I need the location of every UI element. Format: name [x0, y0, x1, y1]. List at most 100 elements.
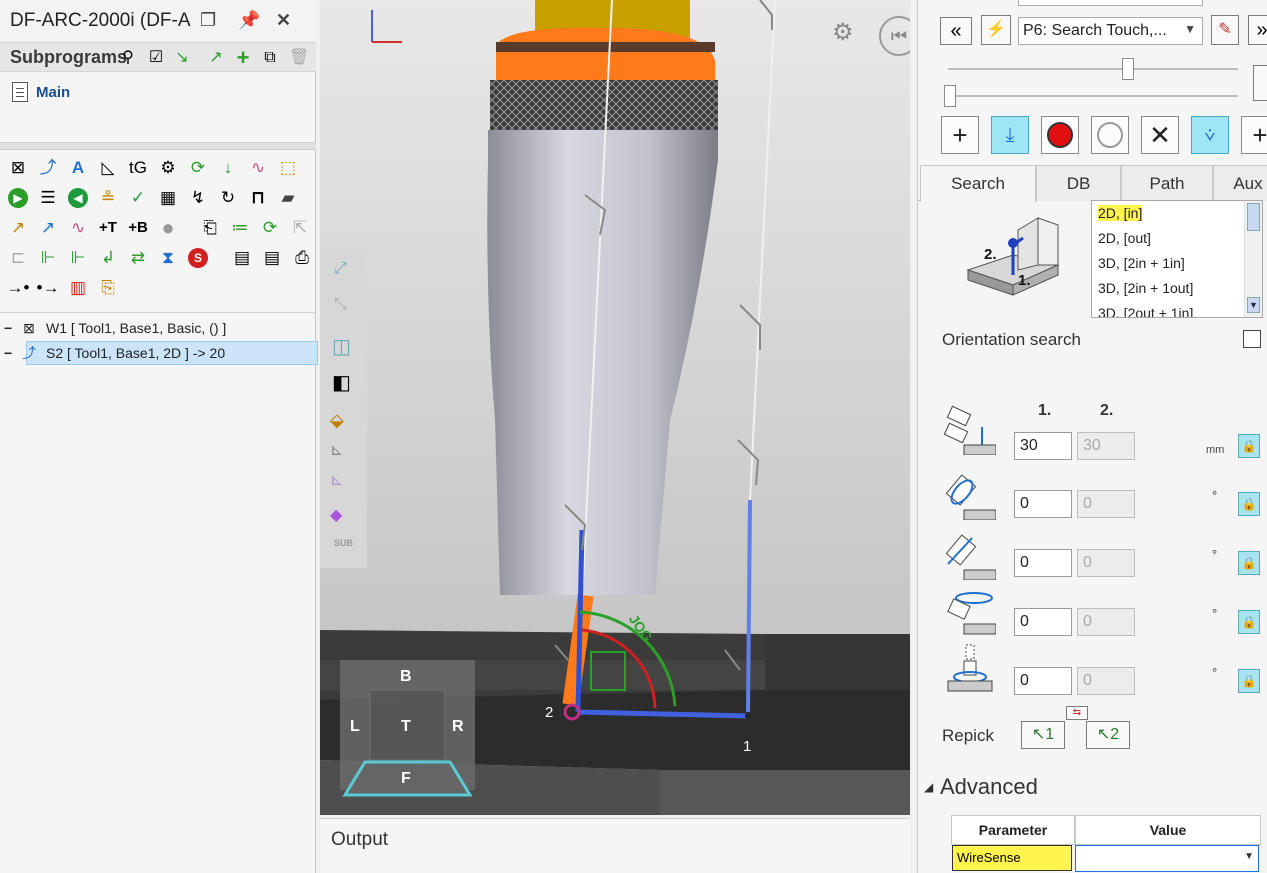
path-icon[interactable]: ↯ — [186, 186, 210, 210]
document2-icon[interactable]: ▤ — [260, 246, 284, 270]
printer-icon[interactable]: ⎙ — [290, 246, 314, 270]
list-settings-icon[interactable]: ☰ — [36, 186, 60, 210]
io-in-icon[interactable]: •→ — [36, 276, 60, 300]
record-button[interactable] — [1041, 116, 1079, 154]
cube-mode-icon[interactable]: ◫ — [332, 334, 351, 359]
loop-icon[interactable]: ↻ — [216, 186, 240, 210]
cycle-icon[interactable]: ⟳ — [186, 156, 210, 180]
3d-viewport[interactable]: ⚙ ⏮ ⤢ ⤡ ◫ ◧ ⬙ ⊾ ⊾ ◆ SUB B L T R F 2 1 JO… — [320, 0, 910, 815]
close-icon[interactable]: ✕ — [276, 10, 291, 31]
top-input[interactable] — [1018, 0, 1203, 6]
fit-icon[interactable]: ⤢ — [334, 260, 347, 278]
slider-thumb-2[interactable] — [944, 85, 956, 107]
angle-a-input-1[interactable]: 0 — [1014, 490, 1072, 518]
lock-icon[interactable]: 🔒 — [1238, 434, 1260, 458]
arrow-down-green-icon[interactable]: ↘ — [172, 48, 192, 68]
restore-icon[interactable]: ❐ — [200, 10, 216, 31]
tab-aux[interactable]: Aux — [1213, 165, 1267, 201]
play-icon[interactable]: ▶ — [8, 188, 28, 208]
list-item[interactable]: 3D, [2in + 1out] — [1092, 276, 1262, 301]
script-icon[interactable]: ⎗ — [198, 216, 222, 240]
collapse-triangle-icon[interactable]: ◢ — [924, 780, 933, 794]
tree-item-w1[interactable]: − ⊠ W1 [ Tool1, Base1, Basic, () ] — [4, 316, 314, 340]
pin-icon[interactable]: 📌 — [238, 10, 260, 31]
angle-icon[interactable]: ◺ — [96, 156, 120, 180]
collapse-icon[interactable]: − — [4, 320, 20, 336]
angle-b-input-1[interactable]: 0 — [1014, 549, 1072, 577]
axes-icon[interactable]: ⊾ — [330, 440, 343, 460]
scroll-thumb[interactable] — [1247, 203, 1260, 231]
value-dropdown[interactable]: ▼ — [1075, 845, 1259, 872]
parameter-cell[interactable]: WireSense — [952, 845, 1072, 871]
arrow-down-icon[interactable]: ↓ — [216, 156, 240, 180]
cube-orange-icon[interactable]: ⬙ — [330, 410, 344, 431]
swap-icon[interactable]: ⇆ — [1066, 706, 1088, 720]
list-item-selected[interactable]: 2D, [in] — [1092, 201, 1262, 226]
touch-sense-button[interactable]: ⤓ — [991, 116, 1029, 154]
angle-b-input-2[interactable]: 0 — [1077, 549, 1135, 577]
search-points-button[interactable]: ⩒ — [1191, 116, 1229, 154]
view-cube-front[interactable]: F — [401, 770, 411, 788]
branch-icon[interactable]: ⊩ — [36, 246, 60, 270]
advanced-section-header[interactable]: Advanced — [940, 774, 1038, 800]
scroll-down-icon[interactable]: ▼ — [1247, 297, 1260, 313]
angle-a-input-2[interactable]: 0 — [1077, 490, 1135, 518]
circle-arrow-icon[interactable]: ⟳ — [258, 216, 282, 240]
add-button[interactable]: + — [1241, 116, 1267, 154]
program-select[interactable]: P6: Search Touch,... ▼ — [1018, 17, 1203, 45]
disabled-icon[interactable]: ⊏ — [6, 246, 30, 270]
grid-icon[interactable]: ▦ — [156, 186, 180, 210]
io-out-icon[interactable]: →• — [6, 276, 30, 300]
delete-icon[interactable]: 🗑 — [289, 48, 309, 68]
jump-icon[interactable]: ⊓ — [246, 186, 270, 210]
axes2-icon[interactable]: ⊾ — [330, 470, 343, 490]
lock-icon[interactable]: 🔒 — [1238, 492, 1260, 516]
tg-icon[interactable]: tG — [126, 156, 150, 180]
color-cube-icon[interactable]: ◆ — [330, 505, 342, 525]
delete-button[interactable]: ✕ — [1141, 116, 1179, 154]
distance-input-2[interactable]: 30 — [1077, 432, 1135, 460]
tab-db[interactable]: DB — [1036, 165, 1121, 201]
splitter[interactable] — [0, 142, 316, 150]
arrow-diag2-icon[interactable]: ↗ — [36, 216, 60, 240]
spline-icon[interactable]: ∿ — [246, 156, 270, 180]
search-icon[interactable]: ⚲ — [118, 48, 138, 68]
orientation-search-checkbox[interactable] — [1243, 330, 1261, 348]
add-b-icon[interactable]: +B — [126, 216, 150, 240]
stack-icon[interactable]: ≗ — [96, 186, 120, 210]
list-item[interactable]: 2D, [out] — [1092, 226, 1262, 251]
search-touch-icon[interactable]: ⤴ — [36, 156, 60, 180]
folder-icon[interactable]: ▰ — [276, 186, 300, 210]
list-item[interactable]: 3D, [2in + 1in] — [1092, 251, 1262, 276]
3d-scene[interactable] — [320, 0, 910, 815]
sync-icon[interactable]: ⇄ — [126, 246, 150, 270]
gear-edit-icon[interactable]: ⚙ — [156, 156, 180, 180]
branch2-icon[interactable]: ⊩ — [66, 246, 90, 270]
angle-d-input-1[interactable]: 0 — [1014, 667, 1072, 695]
circle-icon[interactable]: ● — [156, 216, 180, 240]
torch-pen-icon[interactable]: ✎ — [1211, 15, 1239, 45]
lock-icon[interactable]: 🔒 — [1238, 610, 1260, 634]
lock-icon[interactable]: 🔒 — [1238, 669, 1260, 693]
fit2-icon[interactable]: ⤡ — [334, 296, 347, 314]
clipboard-icon[interactable]: ⎘ — [96, 276, 120, 300]
angle-c-input-2[interactable]: 0 — [1077, 608, 1135, 636]
check-arrow-icon[interactable]: ✓ — [126, 186, 150, 210]
frame-icon[interactable]: ⬚ — [276, 156, 300, 180]
list-scrollbar[interactable]: ▼ — [1244, 201, 1262, 317]
list-item[interactable]: 3D, [2out + 1in] — [1092, 301, 1262, 317]
add-t-icon[interactable]: +T — [96, 216, 120, 240]
stop-s-icon[interactable]: S — [188, 248, 208, 268]
circle-button[interactable] — [1091, 116, 1129, 154]
slider-track-1[interactable] — [948, 68, 1238, 70]
gear-icon[interactable]: ⚙ — [832, 18, 854, 47]
checklist-icon[interactable]: ☑ — [146, 48, 166, 68]
tab-search[interactable]: Search — [920, 165, 1036, 202]
view-cube-top[interactable]: B — [400, 668, 412, 686]
back-icon[interactable]: ◀ — [68, 188, 88, 208]
slider-track-2[interactable] — [948, 95, 1238, 97]
slider-thumb-1[interactable] — [1122, 58, 1134, 80]
cube-icon[interactable]: ◧ — [332, 370, 351, 395]
chart-icon[interactable]: ▥ — [66, 276, 90, 300]
view-cube-left[interactable]: L — [350, 718, 360, 736]
